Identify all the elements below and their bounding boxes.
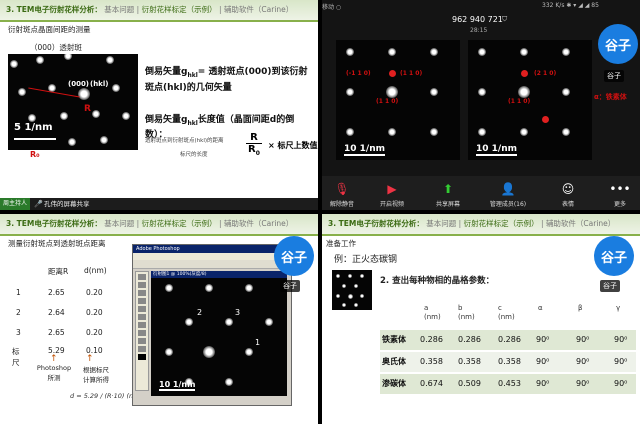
screen-share-label: 孔伟的屏幕共享 <box>44 200 90 208</box>
more-button[interactable]: ••• 更多 <box>600 182 640 208</box>
spot-label-2: 2 <box>197 308 203 317</box>
formula-left-bottom: 标尺的长度 <box>180 152 208 158</box>
r0-label: R₀ <box>30 150 40 159</box>
breadcrumb-chapter: 3. TEM电子衍射花样分析： <box>6 5 102 14</box>
reactions-button[interactable]: ☺ 表情 <box>548 182 588 208</box>
diffraction-pattern-right: (1 1 0) (2 1 0) 10 1/nm <box>468 40 592 160</box>
step-heading: 2. 查出每种物相的晶格参数： <box>380 276 495 286</box>
photoshop-window[interactable]: Adobe Photoshop 衍射图1 @ 100%(灰度/8) 2 3 1 … <box>132 244 292 406</box>
meeting-view-top-right: 移动 ○ 332 K/s ✱ ▾ ◢ ◢ 85 962 940 721 ⛉ 28… <box>322 0 640 210</box>
document-titlebar: 衍射图1 @ 100%(灰度/8) <box>151 271 287 278</box>
photoshop-options-bar <box>133 260 291 269</box>
thumbnail-pattern <box>332 270 372 310</box>
formula-fraction: R R0 <box>246 132 262 157</box>
microphone-icon: 🎙 <box>334 182 350 196</box>
lattice-row-cementite: 渗碳体 0.674 0.509 0.453 90⁰ 90⁰ 90⁰ <box>380 374 636 394</box>
note-calculated: 根据标尺 计算所得 <box>83 366 109 384</box>
participants-icon: 👤 <box>500 182 516 196</box>
lattice-table-header: a (nm) b (nm) c (nm) α β γ <box>424 304 621 321</box>
lattice-row-ferrite: 铁素体 0.286 0.286 0.286 90⁰ 90⁰ 90⁰ <box>380 330 636 350</box>
start-video-button[interactable]: ▶ 开启视频 <box>372 182 412 208</box>
diffraction-pattern-left: (-1 1 0) (1 1 0) (1 1 0) 10 1/nm <box>336 40 460 160</box>
definition-line-1: 倒易矢量ghkl= 透射斑点(000)到该衍射斑点(hkl)的几何矢量 <box>145 67 308 93</box>
diffraction-pattern-ps: 2 3 1 10 1/nm <box>151 278 287 396</box>
scale-label-left: 10 1/nm <box>344 144 385 156</box>
participant-name-3: 谷子 <box>600 280 620 292</box>
participant-avatar-3[interactable]: 谷子 <box>594 236 634 276</box>
shield-icon: ⛉ <box>502 15 508 23</box>
mic-icon: 🎤 <box>34 200 43 208</box>
spot-label-3: 3 <box>235 308 241 317</box>
breadcrumb-current: 衍射花样标定（示例） <box>141 5 217 14</box>
more-icon: ••• <box>609 182 631 196</box>
scale-bar <box>14 138 56 140</box>
participant-avatar-2[interactable]: 谷子 <box>274 236 314 276</box>
meeting-timer: 28:15 <box>470 27 488 34</box>
formula-right: × 标尺上数值 <box>268 141 318 150</box>
breadcrumb-basic: 基本问题 <box>104 5 135 14</box>
participant-name-2: 谷子 <box>280 280 300 292</box>
r-label: R <box>84 104 91 114</box>
miller-label-2: (1 1 0) <box>400 70 423 77</box>
lattice-row-austenite: 奥氏体 0.358 0.358 0.358 90⁰ 90⁰ 90⁰ <box>380 352 636 372</box>
miller-label-3: (1 1 0) <box>376 98 399 105</box>
miller-label-5: (2 1 0) <box>534 70 557 77</box>
photoshop-menubar <box>133 253 291 260</box>
participant-name: 谷子 <box>604 70 624 82</box>
photoshop-toolbox[interactable] <box>135 271 149 391</box>
scale-bar-label: 5 1/nm <box>14 122 53 133</box>
unmute-button[interactable]: 🎙 解除静音 <box>322 182 362 208</box>
slide-bottom-left: 3. TEM电子衍射花样分析： 基本问题 | 衍射花样标定（示例） | 辅助软件… <box>0 214 318 424</box>
example-title: 例：正火态碳钢 <box>334 255 398 265</box>
manage-participants-button[interactable]: 👤 管理成员(16) <box>488 182 528 208</box>
spot-label-1: 1 <box>255 338 261 347</box>
miller-label-1: (-1 1 0) <box>346 70 371 77</box>
host-tag: 周主持人 <box>0 198 31 210</box>
slide-bottom-right: 3. TEM电子衍射花样分析： 基本问题 | 衍射花样标定（示例） | 辅助软件… <box>322 214 640 424</box>
meeting-controls-bar <box>322 176 640 210</box>
slide-top-left: 3. TEM电子衍射花样分析： 基本问题 | 衍射花样标定（示例） | 辅助软件… <box>0 0 318 210</box>
slide-breadcrumb-2: 3. TEM电子衍射花样分析： 基本问题 | 衍射花样标定（示例） | 辅助软件… <box>0 214 318 236</box>
origin-label: (000) <box>68 80 90 88</box>
diffraction-pattern-1: (000) (hkl) R 5 1/nm <box>8 54 138 150</box>
note-photoshop: Photoshop 所测 <box>36 364 72 382</box>
formula-left-top: 透射斑点到衍射斑点(hkl)的距离 <box>145 138 224 144</box>
photoshop-titlebar: Adobe Photoshop <box>133 245 291 253</box>
scale-label-ps: 10 1/nm <box>159 380 196 391</box>
participant-avatar[interactable]: 谷子 <box>598 24 638 64</box>
slide-subtitle: 衍射斑点晶面间距的测量 <box>8 25 91 34</box>
slide-breadcrumb: 3. TEM电子衍射花样分析： 基本问题 | 衍射花样标定（示例） | 辅助软件… <box>0 0 318 22</box>
share-screen-button[interactable]: ⬆ 共享屏幕 <box>428 182 468 208</box>
status-bar-right: 332 K/s ✱ ▾ ◢ ◢ 85 <box>542 2 599 9</box>
phase-note: α：铁素体 <box>594 93 627 101</box>
breadcrumb-software: 辅助软件（Carine） <box>223 5 294 14</box>
hkl-label: (hkl) <box>90 80 109 88</box>
slide-breadcrumb-3: 3. TEM电子衍射花样分析： 基本问题 | 衍射花样标定（示例） | 辅助软件… <box>322 214 640 236</box>
slide-subtitle-3: 准备工作 <box>326 239 356 248</box>
meeting-id[interactable]: 962 940 721 <box>452 15 503 24</box>
pattern-caption: （000）透射斑 <box>30 43 82 52</box>
camera-icon: ▶ <box>387 182 397 196</box>
slide-subtitle-2: 测量衍射斑点到透射斑点距离 <box>8 239 106 248</box>
status-bar-left: 移动 ○ <box>322 4 342 11</box>
emoji-icon: ☺ <box>561 182 575 196</box>
miller-label-4: (1 1 0) <box>508 98 531 105</box>
scale-label-right: 10 1/nm <box>476 144 517 156</box>
share-icon: ⬆ <box>442 182 454 196</box>
